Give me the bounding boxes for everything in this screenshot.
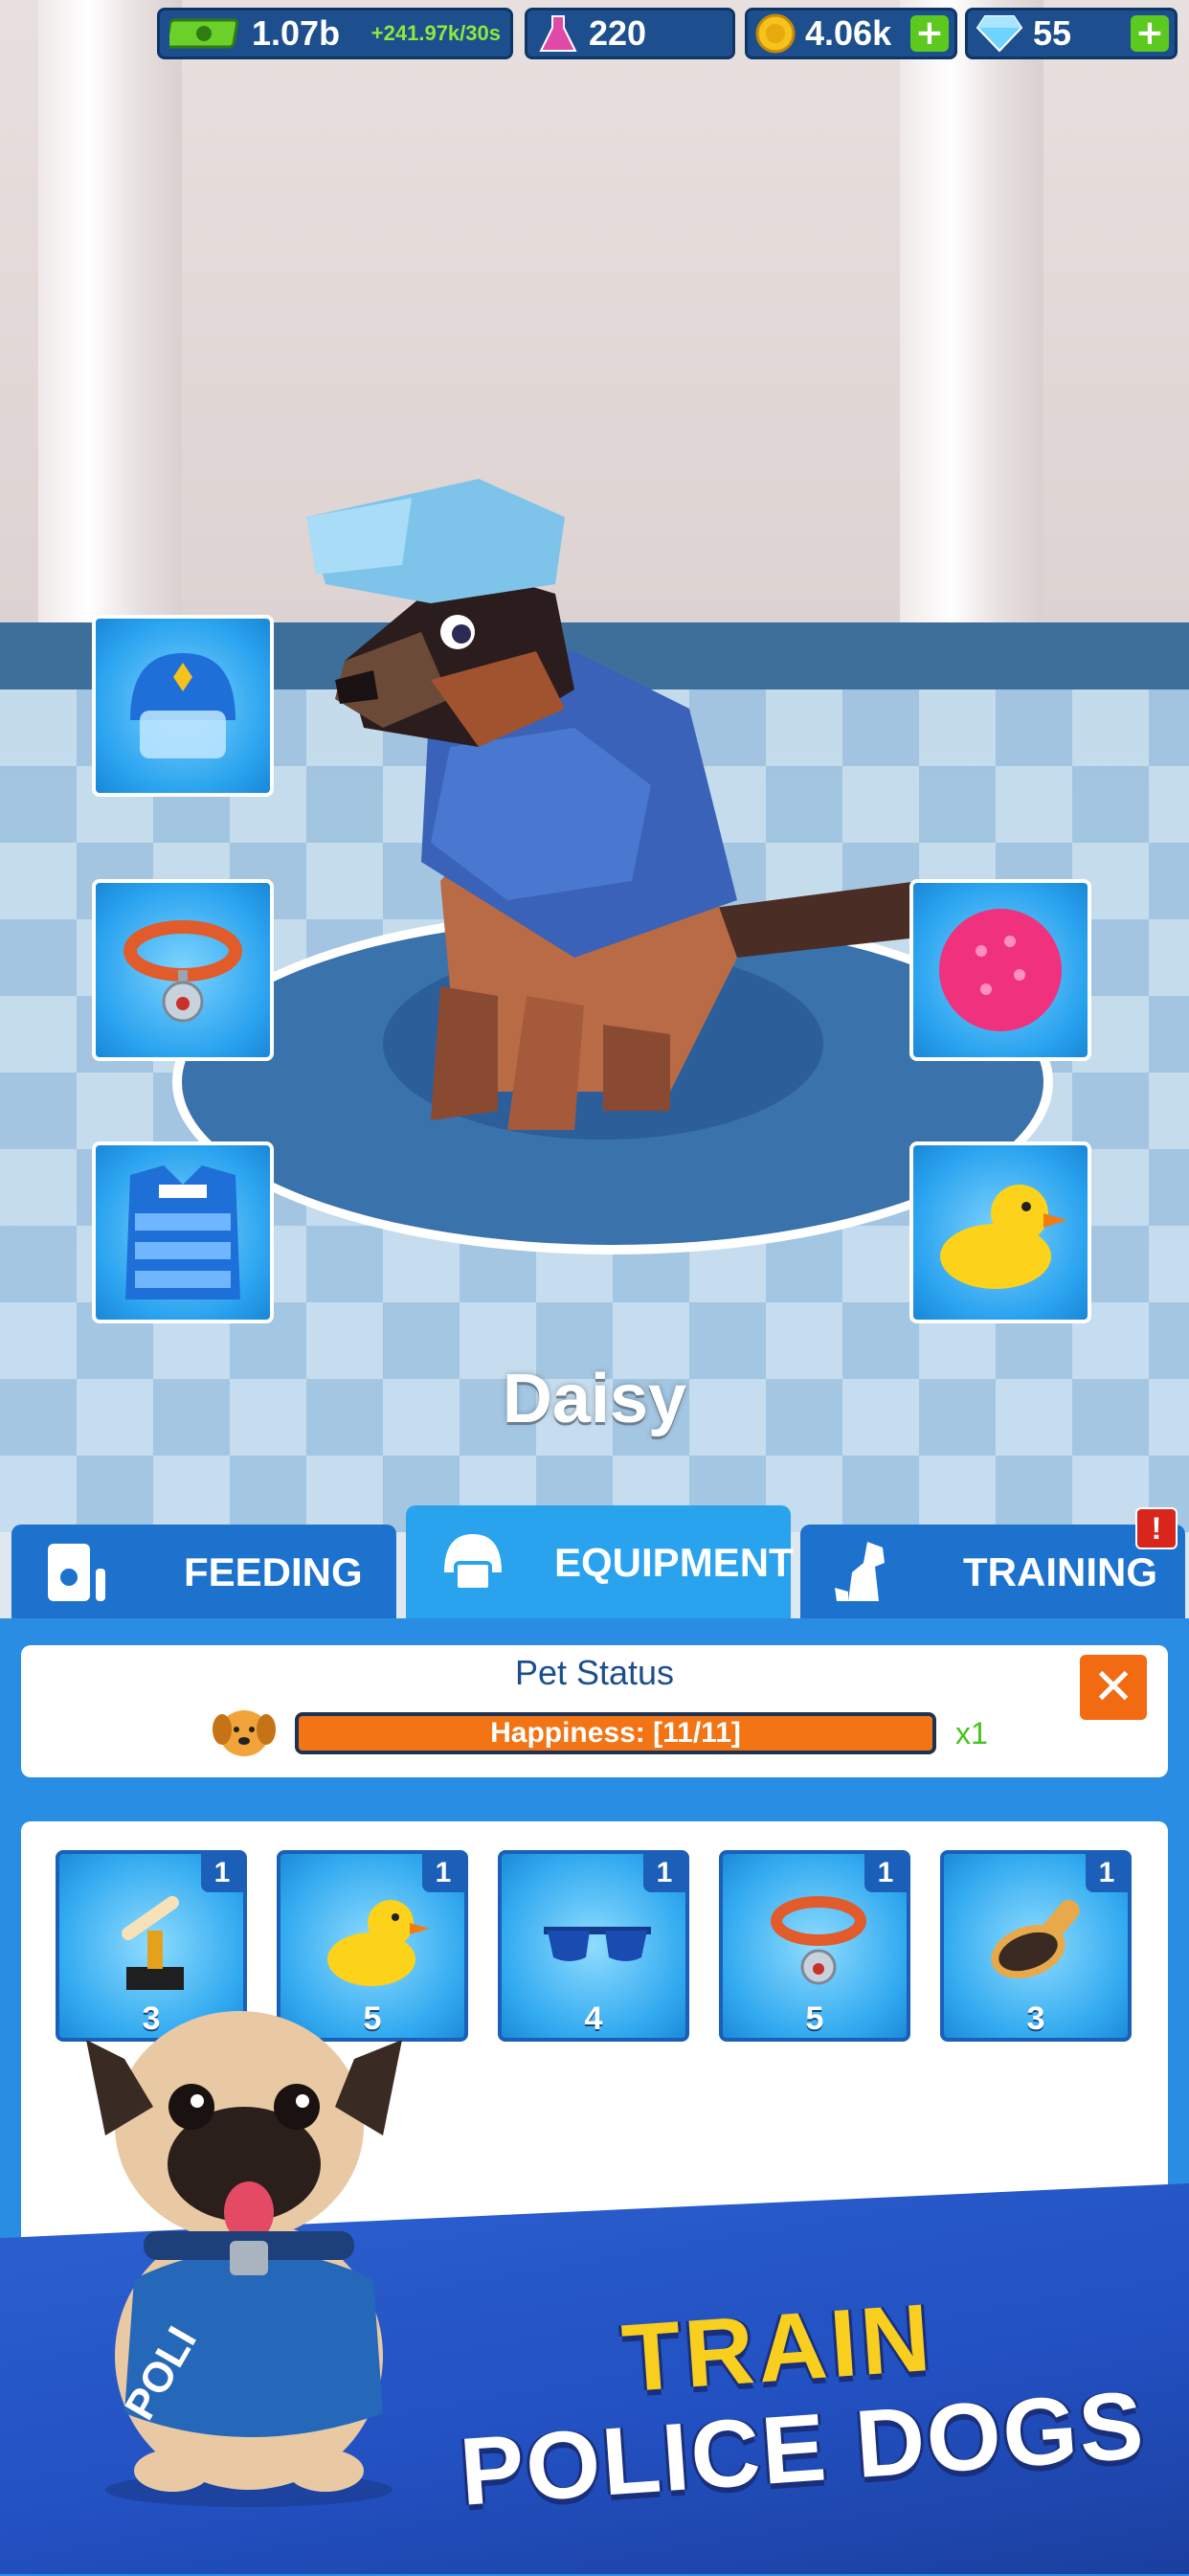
happiness-multiplier: x1 <box>955 1716 988 1751</box>
training-alert-badge: ! <box>1135 1507 1178 1549</box>
tab-feeding-label: FEEDING <box>184 1549 363 1594</box>
happiness-bar: Happiness: [11/11] <box>295 1712 936 1754</box>
add-coins-button[interactable]: + <box>910 15 949 52</box>
flask-icon <box>539 15 577 52</box>
cash-rate: +241.97k/30s <box>370 21 501 45</box>
rubber-duck-icon <box>940 1185 1067 1289</box>
close-button[interactable]: ✕ <box>1080 1655 1147 1720</box>
food-bag-icon <box>48 1544 105 1601</box>
add-gems-button[interactable]: + <box>1131 15 1169 52</box>
police-dog[interactable] <box>287 460 938 1149</box>
inventory-item[interactable]: 1 3 <box>940 1850 1132 2042</box>
item-cost: 4 <box>584 2000 603 2037</box>
item-cost: 5 <box>805 2000 824 2037</box>
research-value: 220 <box>589 13 647 53</box>
inventory-item[interactable]: 1 5 <box>719 1850 910 2042</box>
pug-mascot: POLI <box>86 2011 402 2507</box>
tab-equipment-label: EQUIPMENT <box>554 1540 794 1585</box>
item-count: 1 <box>643 1854 685 1892</box>
duck-slot[interactable] <box>909 1141 1091 1323</box>
item-count: 1 <box>864 1854 907 1892</box>
vest-slot[interactable] <box>92 1141 274 1323</box>
item-cost: 3 <box>1026 2000 1045 2037</box>
gem-value: 55 <box>1033 13 1072 53</box>
pet-status-title: Pet Status <box>514 1653 675 1692</box>
pet-name: Daisy <box>502 1361 687 1437</box>
collar-icon <box>123 920 242 1023</box>
coin-value: 4.06k <box>805 13 892 53</box>
item-count: 1 <box>422 1854 464 1892</box>
pet-status-card: Pet Status ✕ Happiness: [11/11] x1 <box>21 1645 1168 1777</box>
item-count: 1 <box>201 1854 243 1892</box>
tab-training-label: TRAINING <box>963 1549 1157 1594</box>
cash-icon <box>169 18 239 49</box>
coin-icon <box>755 13 796 54</box>
tab-equipment[interactable]: EQUIPMENT <box>406 1505 794 1620</box>
cash-value: 1.07b <box>252 13 341 53</box>
ball-slot[interactable] <box>909 879 1091 1061</box>
ball-icon <box>939 909 1062 1031</box>
helmet-icon <box>444 1534 502 1592</box>
research-counter[interactable]: 220 <box>525 8 735 59</box>
helmet-icon <box>130 653 236 758</box>
gem-counter[interactable]: 55 + <box>965 8 1178 59</box>
collar-slot[interactable] <box>92 879 274 1061</box>
happiness-label: Happiness: [11/11] <box>490 1717 741 1749</box>
inventory-item[interactable]: 1 4 <box>498 1850 689 2042</box>
brush-icon <box>991 1899 1080 1979</box>
sunglasses-icon <box>544 1927 651 1961</box>
helmet-slot[interactable] <box>92 615 274 797</box>
tab-training[interactable]: TRAINING ! <box>800 1507 1185 1620</box>
dog-icon <box>835 1542 885 1601</box>
diamond-icon <box>976 15 1023 53</box>
top-bar: 1.07b +241.97k/30s 220 4.06k + 55 + <box>0 0 1189 67</box>
cash-counter[interactable]: 1.07b +241.97k/30s <box>157 8 513 59</box>
vest-icon <box>125 1165 240 1299</box>
tab-feeding[interactable]: FEEDING <box>11 1525 396 1620</box>
pillar <box>38 0 182 651</box>
dog-face-icon <box>213 1710 276 1756</box>
coin-counter[interactable]: 4.06k + <box>745 8 957 59</box>
item-count: 1 <box>1086 1854 1128 1892</box>
collar-icon <box>771 1896 866 1985</box>
